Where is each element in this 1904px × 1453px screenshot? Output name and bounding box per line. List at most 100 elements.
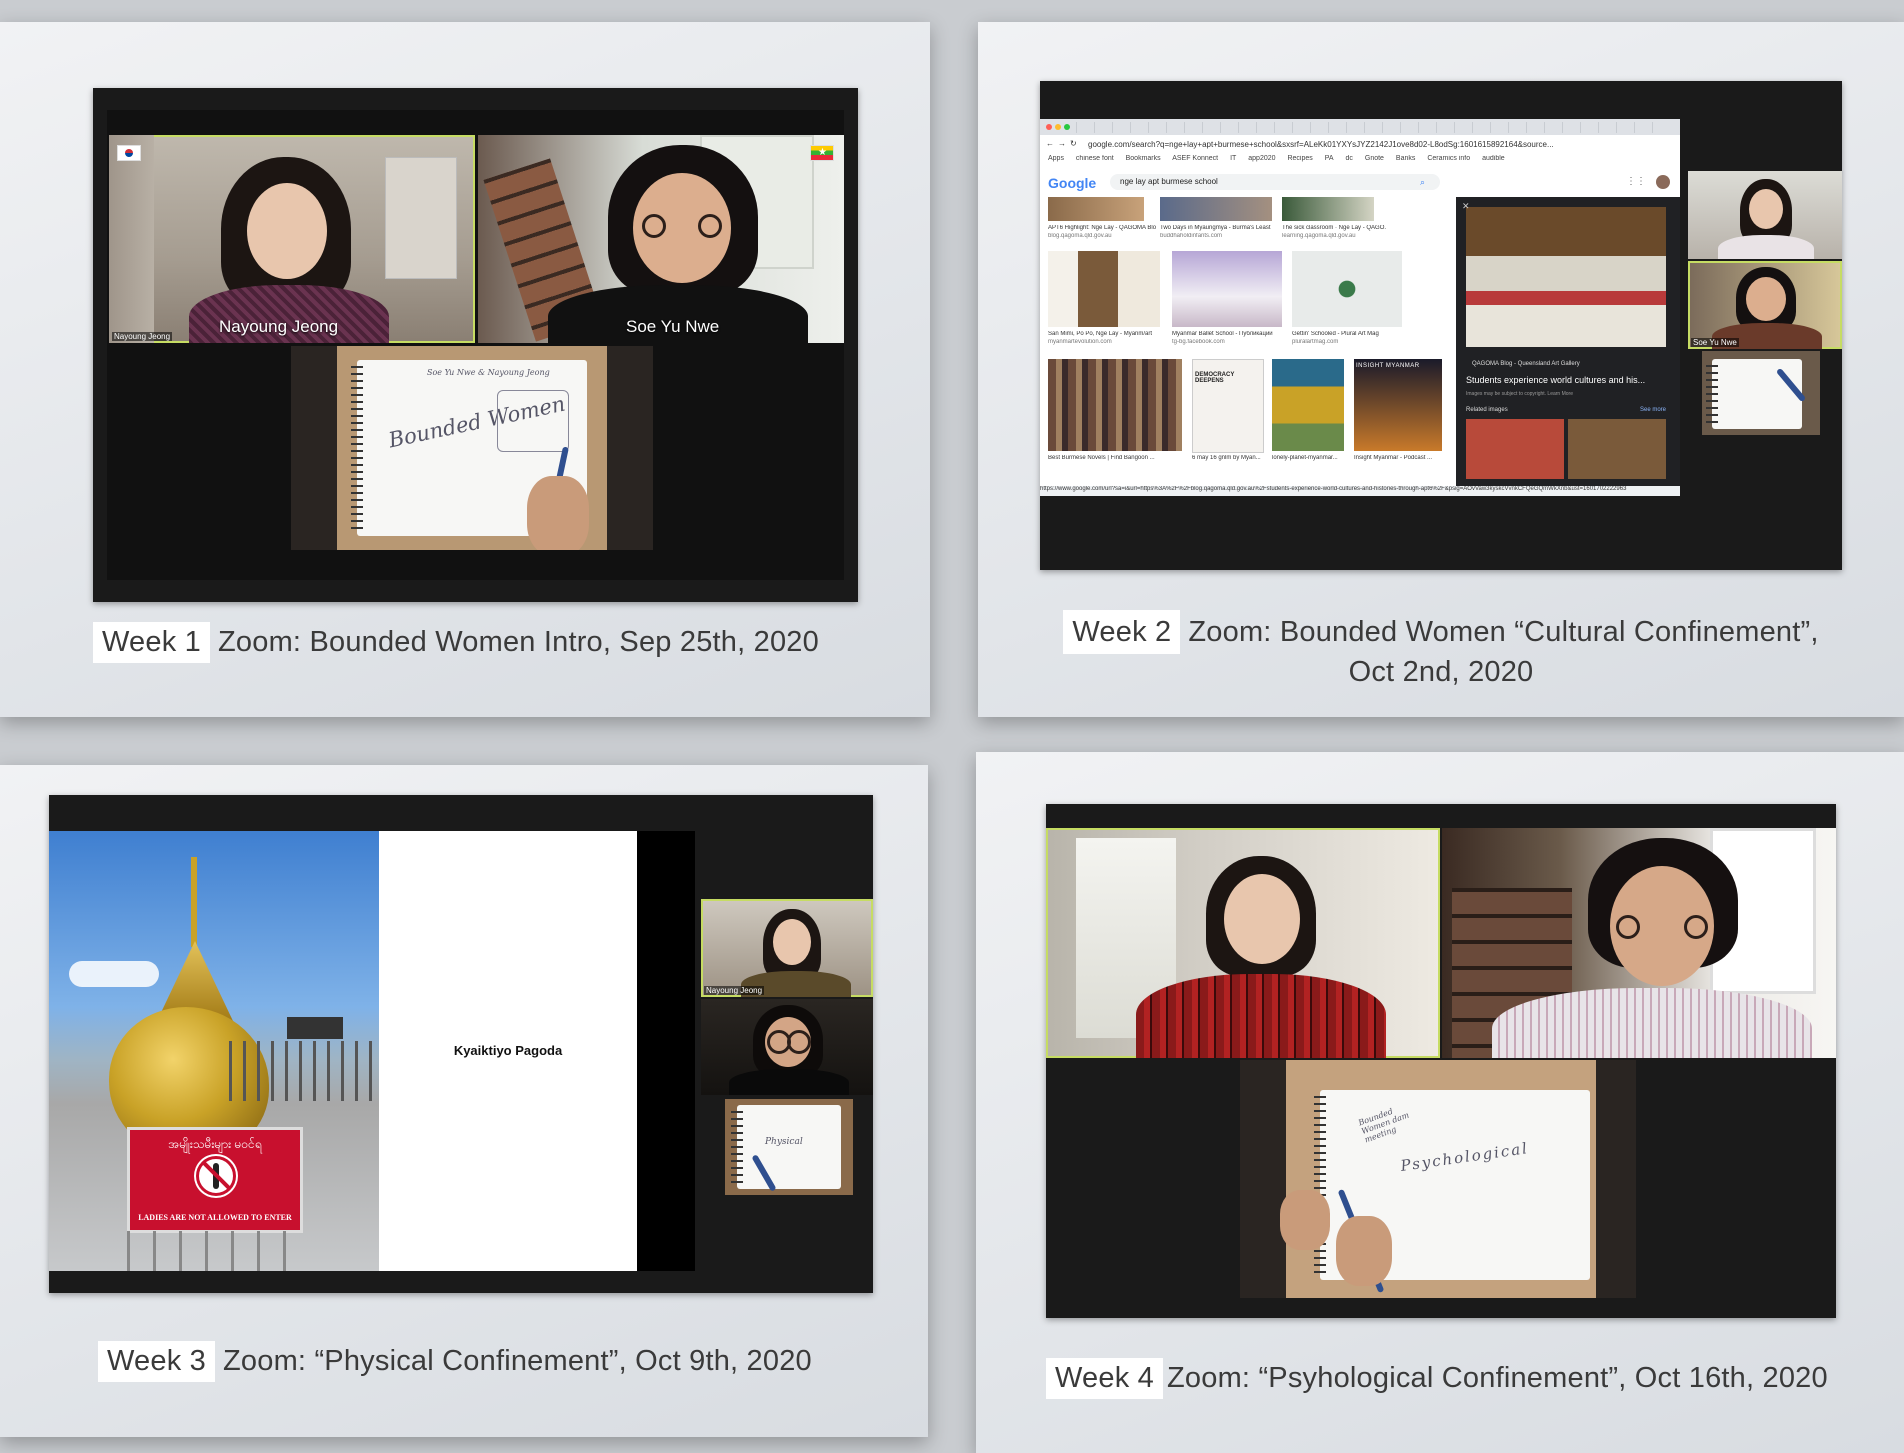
video-tile-participant-2[interactable] — [1442, 828, 1836, 1058]
result-thumb[interactable] — [1272, 359, 1344, 451]
bookmark-item[interactable]: dc — [1346, 155, 1353, 162]
slide-title: Kyaiktiyo Pagoda — [453, 1043, 563, 1058]
zoom-window: အမျိုးသမီးများ မဝင်ရ LADIES ARE NOT ALLO… — [49, 795, 873, 1293]
browser-window[interactable]: ← → ↻ google.com/search?q=nge+lay+apt+bu… — [1040, 119, 1680, 496]
bookmark-item[interactable]: audible — [1482, 155, 1505, 162]
result-title[interactable]: San Mimi, Po Po, Nge Lay - Myanm/art — [1048, 331, 1160, 337]
video-tile-participant-1[interactable] — [1046, 828, 1440, 1058]
result-thumb[interactable] — [1160, 197, 1272, 221]
url-text[interactable]: google.com/search?q=nge+lay+apt+burmese+… — [1088, 140, 1588, 149]
shared-slide-panel: Kyaiktiyo Pagoda — [379, 831, 637, 1271]
caption-week-4: Week 4 Zoom: “Psyhological Confinement”, … — [1046, 1358, 1828, 1399]
bookmark-item[interactable]: Banks — [1396, 155, 1415, 162]
person-body — [1718, 235, 1814, 259]
google-logo[interactable]: Google — [1048, 175, 1096, 191]
result-source: blog.qagoma.qld.gov.au — [1048, 233, 1112, 239]
bookmark-item[interactable]: PA — [1325, 155, 1334, 162]
result-title[interactable]: Gettin' Schooled - Plural Art Mag — [1292, 331, 1404, 337]
browser-tab-bar[interactable] — [1040, 119, 1680, 135]
result-thumb[interactable]: INSIGHT MYANMAR — [1354, 359, 1442, 451]
floodlight — [287, 1017, 343, 1039]
participant-name-small: Nayoung Jeong — [112, 332, 173, 341]
video-tile-notebook[interactable]: Bounded Women dam meeting Psychological — [1240, 1060, 1636, 1298]
notebook-title: Soe Yu Nwe & Nayoung Jeong — [427, 368, 550, 377]
video-tile-notebook[interactable]: Soe Yu Nwe & Nayoung Jeong Bounded Women — [291, 346, 653, 550]
myanmar-flag-icon: ★ — [810, 145, 834, 161]
image-preview-panel: ✕ QAGOMA Blog - Queensland Art Gallery S… — [1456, 197, 1680, 486]
result-title[interactable]: The sick classroom · Nge Lay - QAGO... — [1282, 225, 1386, 231]
slide-week-2: ← → ↻ google.com/search?q=nge+lay+apt+bu… — [978, 22, 1904, 717]
slide-week-1: Nayoung Jeong Nayoung Jeong ★ Soe Yu Nwe… — [0, 22, 930, 717]
preview-source[interactable]: QAGOMA Blog - Queensland Art Gallery — [1472, 361, 1580, 367]
status-bar-url: https://www.google.com/url?sa=i&url=http… — [1040, 486, 1680, 496]
result-title[interactable]: Myanmar Ballet School - Публикации — [1172, 331, 1284, 337]
bookmark-item[interactable]: Ceramics info — [1427, 155, 1470, 162]
participant-name: Soe Yu Nwe — [626, 317, 720, 336]
south-korea-flag-icon — [117, 145, 141, 161]
result-thumb[interactable] — [1048, 197, 1144, 221]
account-avatar[interactable] — [1656, 175, 1670, 189]
back-icon[interactable]: ← — [1046, 139, 1054, 148]
participant-name-small: Soe Yu Nwe — [1691, 338, 1739, 347]
related-thumb[interactable] — [1466, 419, 1564, 479]
bookmark-item[interactable]: app2020 — [1248, 155, 1275, 162]
person-face — [1749, 189, 1783, 229]
reload-icon[interactable]: ↻ — [1070, 139, 1077, 148]
result-title[interactable]: lonely-planet-myanmar... — [1272, 455, 1352, 461]
copyright-note: Images may be subject to copyright. Lear… — [1466, 391, 1573, 397]
video-tile-participant-1[interactable]: Nayoung Jeong Nayoung Jeong — [109, 135, 475, 343]
video-tile-participant-2[interactable] — [701, 999, 873, 1095]
bookmark-item[interactable]: Gnote — [1365, 155, 1384, 162]
participant-name: Nayoung Jeong — [219, 317, 339, 336]
shared-slide-photo: အမျိုးသမီးများ မဝင်ရ LADIES ARE NOT ALLO… — [49, 831, 379, 1271]
preview-title[interactable]: Students experience world cultures and h… — [1466, 375, 1645, 385]
caption-text: Zoom: Bounded Women Intro, Sep 25th, 202… — [218, 626, 819, 658]
result-source: buddhaholdinfants.com — [1160, 233, 1223, 239]
related-thumb[interactable] — [1568, 419, 1666, 479]
close-icon[interactable]: ✕ — [1462, 201, 1470, 212]
result-title[interactable]: Two Days in Myaungmya - Burma's Least ..… — [1160, 225, 1272, 231]
address-bar[interactable]: ← → ↻ google.com/search?q=nge+lay+apt+bu… — [1040, 135, 1680, 156]
result-thumb[interactable] — [1282, 197, 1374, 221]
result-thumb[interactable]: DEMOCRACY DEEPENS — [1192, 359, 1264, 453]
railing — [229, 1041, 379, 1101]
video-tile-notebook[interactable] — [1702, 351, 1820, 435]
video-tile-participant-1[interactable]: Nayoung Jeong — [701, 899, 873, 997]
bookmark-item[interactable]: IT — [1230, 155, 1236, 162]
week-label: Week 4 — [1046, 1358, 1163, 1399]
result-thumb[interactable] — [1292, 251, 1402, 327]
person-body — [1492, 988, 1812, 1058]
result-title[interactable]: APT6 Highlight: Nge Lay - QAGOMA Blog — [1048, 225, 1156, 231]
related-images-label: Related images — [1466, 407, 1508, 413]
result-source: learning.qagoma.qld.gov.au — [1282, 233, 1356, 239]
person-face — [773, 919, 811, 965]
video-tile-participant-2[interactable]: ★ Soe Yu Nwe — [478, 135, 844, 343]
forward-icon[interactable]: → — [1058, 139, 1066, 148]
search-input[interactable]: nge lay apt burmese school — [1110, 174, 1440, 190]
result-title[interactable]: Best Burmese Novels | Find Bangoon ... — [1048, 455, 1182, 461]
bookmarks-bar: Apps chinese font Bookmarks ASEF Konnect… — [1040, 155, 1680, 170]
video-tile-participant-1[interactable] — [1688, 171, 1842, 259]
bookmark-item[interactable]: Apps — [1048, 155, 1064, 162]
spiral-binding — [351, 366, 363, 530]
video-tile-participant-2[interactable]: Soe Yu Nwe — [1688, 261, 1842, 349]
search-icon[interactable]: ⌕ — [1420, 177, 1425, 188]
see-more-link[interactable]: See more — [1640, 407, 1666, 413]
result-thumb[interactable] — [1048, 251, 1160, 327]
result-source: myanmartevolution.com — [1048, 339, 1112, 345]
result-thumb[interactable] — [1048, 359, 1182, 451]
video-tile-notebook[interactable]: Physical — [725, 1099, 853, 1195]
bookmark-item[interactable]: Recipes — [1287, 155, 1312, 162]
bookmark-item[interactable]: chinese font — [1076, 155, 1114, 162]
bookmark-item[interactable]: Bookmarks — [1126, 155, 1161, 162]
result-thumb[interactable] — [1172, 251, 1282, 327]
zoom-window: ← → ↻ google.com/search?q=nge+lay+apt+bu… — [1040, 81, 1842, 570]
result-title[interactable]: Insight Myanmar - Podcast ... — [1354, 455, 1444, 461]
preview-image[interactable] — [1466, 207, 1666, 347]
bookmark-item[interactable]: ASEF Konnect — [1172, 155, 1218, 162]
result-title[interactable]: 6 may 16 gnlm by Myan... — [1192, 455, 1272, 461]
apps-grid-icon[interactable]: ⋮⋮ — [1626, 176, 1646, 187]
sketchbook: Physical — [731, 1105, 841, 1189]
zoom-window: Nayoung Jeong Nayoung Jeong ★ Soe Yu Nwe… — [93, 88, 858, 602]
notebook-title: Bounded Women dam meeting — [1357, 1106, 1411, 1145]
